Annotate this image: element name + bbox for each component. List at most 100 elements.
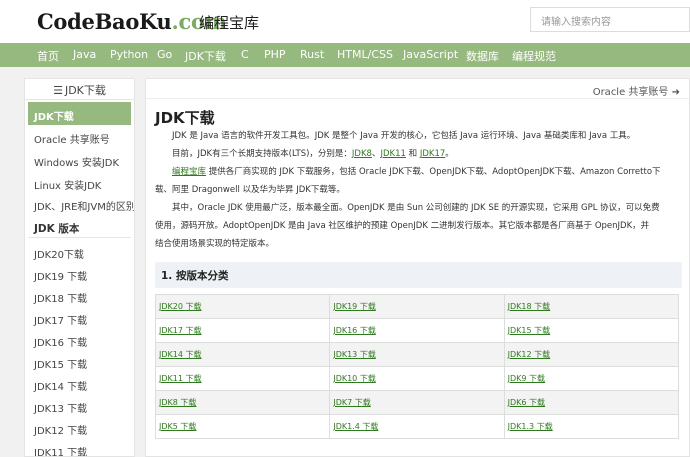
sidebar-item-jdk17[interactable]: JDK17 下载: [28, 306, 131, 329]
download-link-jdk18[interactable]: JDK18 下载: [508, 302, 551, 311]
nav-item-rust[interactable]: Rust: [300, 48, 324, 61]
sidebar-item-jdk19[interactable]: JDK19 下载: [28, 262, 131, 285]
sidebar-heading-label: JDK下载: [64, 84, 106, 97]
nav-item-database[interactable]: 数据库: [466, 48, 499, 64]
table-cell: JDK13 下载: [329, 342, 505, 367]
table-row: JDK11 下载 JDK10 下载 JDK9 下载: [154, 366, 680, 391]
table-cell: JDK19 下载: [329, 294, 505, 319]
download-link-jdk13[interactable]: JDK13 下载: [333, 350, 376, 359]
download-link-jdk1-4[interactable]: JDK1.4 下载: [333, 422, 378, 431]
table-cell: JDK16 下载: [329, 318, 505, 343]
page-title: JDK下载: [155, 109, 215, 127]
detail-paragraph-line3: 结合使用场景实现的特定版本。: [155, 239, 275, 249]
download-link-jdk7[interactable]: JDK7 下载: [333, 398, 370, 407]
vendors-paragraph-line2: 载、阿里 Dragonwell 以及华为毕昇 JDK下载等。: [155, 185, 345, 195]
table-cell: JDK12 下载: [503, 342, 680, 367]
nav-item-java[interactable]: Java: [73, 48, 96, 61]
main-content: Oracle 共享账号 ➜ JDK下载 JDK 是 Java 语言的软件开发工具…: [145, 78, 690, 457]
download-link-jdk14[interactable]: JDK14 下载: [159, 350, 202, 359]
sidebar-item-windows-install[interactable]: Windows 安装JDK: [28, 148, 131, 171]
sidebar-item-jdk12[interactable]: JDK12 下载: [28, 416, 131, 439]
table-cell: JDK15 下载: [503, 318, 680, 343]
table-cell: JDK11 下载: [154, 366, 331, 391]
download-link-jdk6[interactable]: JDK6 下载: [508, 398, 545, 407]
download-link-jdk9[interactable]: JDK9 下载: [508, 374, 545, 383]
sidebar-item-oracle-account[interactable]: Oracle 共享账号: [28, 125, 131, 148]
detail-paragraph-line2: 使用，源码开放。AdoptOpenJDK 是由 Java 社区维护的预建 Ope…: [155, 221, 650, 231]
link-jdk8[interactable]: JDK8: [352, 149, 372, 159]
table-cell: JDK5 下载: [154, 414, 331, 439]
link-jdk11[interactable]: JDK11: [380, 149, 405, 159]
vendors-text: 提供各厂商实现的 JDK 下载服务，包括 Oracle JDK下载、OpenJD…: [206, 167, 661, 177]
sidebar-section-jdk-versions: JDK 版本: [28, 218, 131, 238]
link-codebaoku[interactable]: 编程宝库: [172, 167, 206, 177]
nav-item-php[interactable]: PHP: [264, 48, 286, 61]
site-name-cn: 编程宝库: [199, 14, 260, 32]
download-link-jdk20[interactable]: JDK20 下载: [159, 302, 202, 311]
lts-paragraph: 目前，JDK有三个长期支持版本(LTS)，分别是：JDK8、JDK11 和 JD…: [155, 145, 681, 163]
lts-separator: 和: [405, 149, 420, 159]
download-link-jdk5[interactable]: JDK5 下载: [159, 422, 196, 431]
nav-item-javascript[interactable]: JavaScript: [403, 48, 458, 61]
table-cell: JDK14 下载: [154, 342, 331, 367]
table-cell: JDK20 下载: [154, 294, 331, 319]
download-link-jdk17[interactable]: JDK17 下载: [159, 326, 202, 335]
download-link-jdk1-3[interactable]: JDK1.3 下载: [508, 422, 553, 431]
table-cell: JDK1.4 下载: [329, 414, 505, 439]
table-row: JDK5 下载 JDK1.4 下载 JDK1.3 下载: [154, 414, 680, 439]
sidebar-item-jdk11[interactable]: JDK11 下载: [28, 438, 131, 456]
nav-item-c[interactable]: C: [241, 48, 249, 61]
sidebar-heading: ☰ JDK下载: [25, 79, 134, 100]
download-link-jdk15[interactable]: JDK15 下载: [508, 326, 551, 335]
nav-item-home[interactable]: 首页: [37, 48, 59, 64]
download-table: JDK20 下载 JDK19 下载 JDK18 下载 JDK17 下载 JDK1…: [154, 294, 680, 439]
intro-paragraph: JDK 是 Java 语言的软件开发工具包。JDK 是整个 Java 开发的核心…: [172, 131, 636, 141]
table-row: JDK20 下载 JDK19 下载 JDK18 下载: [154, 294, 680, 319]
nav-item-python[interactable]: Python: [110, 48, 148, 61]
table-row: JDK14 下载 JDK13 下载 JDK12 下载: [154, 342, 680, 367]
sidebar: ☰ JDK下载 JDK下载 Oracle 共享账号 Windows 安装JDK L…: [24, 78, 135, 457]
next-page-link[interactable]: Oracle 共享账号 ➜: [593, 83, 680, 98]
table-cell: JDK6 下载: [503, 390, 680, 415]
lts-text: 目前，JDK有三个长期支持版本(LTS)，分别是：: [172, 149, 352, 159]
download-link-jdk12[interactable]: JDK12 下载: [508, 350, 551, 359]
nav-item-go[interactable]: Go: [157, 48, 172, 61]
main-top-bar: Oracle 共享账号 ➜: [146, 79, 689, 99]
table-cell: JDK9 下载: [503, 366, 680, 391]
table-cell: JDK10 下载: [329, 366, 505, 391]
menu-icon: ☰: [53, 84, 63, 97]
link-jdk17[interactable]: JDK17: [420, 149, 445, 159]
sidebar-item-jdk-download[interactable]: JDK下载: [28, 102, 131, 125]
sidebar-item-jdk14[interactable]: JDK14 下载: [28, 372, 131, 395]
detail-paragraph-line1: 其中，Oracle JDK 使用最广泛，版本最全面。OpenJDK 是由 Sun…: [172, 203, 660, 213]
arrow-right-icon: ➜: [671, 87, 680, 98]
table-cell: JDK17 下载: [154, 318, 331, 343]
logo-main: CodeBaoKu: [37, 9, 172, 34]
sidebar-item-jdk15[interactable]: JDK15 下载: [28, 350, 131, 373]
nav-item-html-css[interactable]: HTML/CSS: [337, 48, 393, 61]
sidebar-item-jdk20[interactable]: JDK20下载: [28, 240, 131, 263]
sidebar-item-jdk-jre-jvm[interactable]: JDK、JRE和JVM的区别: [28, 192, 134, 215]
download-link-jdk10[interactable]: JDK10 下载: [333, 374, 376, 383]
sidebar-item-jdk16[interactable]: JDK16 下载: [28, 328, 131, 351]
download-link-jdk16[interactable]: JDK16 下载: [333, 326, 376, 335]
next-page-label: Oracle 共享账号: [592, 87, 669, 98]
download-link-jdk19[interactable]: JDK19 下载: [333, 302, 376, 311]
table-row: JDK17 下载 JDK16 下载 JDK15 下载: [154, 318, 680, 343]
download-link-jdk11[interactable]: JDK11 下载: [159, 374, 202, 383]
table-row: JDK8 下载 JDK7 下载 JDK6 下载: [154, 390, 680, 415]
download-link-jdk8[interactable]: JDK8 下载: [159, 398, 196, 407]
table-cell: JDK1.3 下载: [503, 414, 680, 439]
section-heading-by-version: 1. 按版本分类: [155, 262, 682, 288]
table-cell: JDK7 下载: [329, 390, 505, 415]
nav-item-coding-standards[interactable]: 编程规范: [512, 48, 556, 64]
table-cell: JDK8 下载: [154, 390, 331, 415]
sidebar-item-jdk13[interactable]: JDK13 下载: [28, 394, 131, 417]
nav-item-jdk-download[interactable]: JDK下载: [185, 48, 226, 64]
main-nav: 首页 Java Python Go JDK下载 C PHP Rust HTML/…: [0, 43, 690, 67]
site-header: CodeBaoKu.com 编程宝库 请输入搜索内容: [0, 0, 690, 43]
lts-suffix: 。: [445, 149, 454, 159]
search-input[interactable]: 请输入搜索内容: [530, 7, 690, 32]
sidebar-item-jdk18[interactable]: JDK18 下载: [28, 284, 131, 307]
sidebar-item-linux-install[interactable]: Linux 安装JDK: [28, 171, 131, 194]
